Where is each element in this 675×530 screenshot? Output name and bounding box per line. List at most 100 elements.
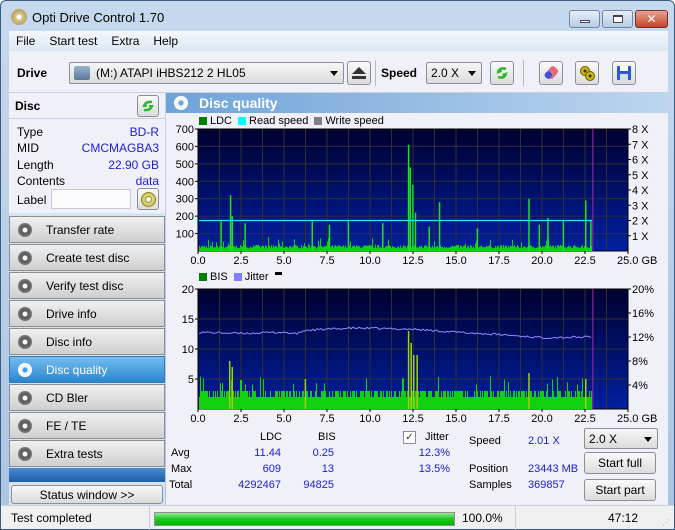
disc-refresh-button[interactable] [137, 95, 159, 117]
bar [440, 397, 441, 409]
nav-fe-te[interactable]: FE / TE [9, 412, 165, 439]
bar [406, 248, 407, 251]
y2-tick-label: 7 X [632, 139, 649, 151]
bar [546, 240, 547, 251]
minimize-button[interactable] [569, 10, 600, 28]
bar [508, 245, 509, 251]
refresh-button[interactable] [490, 61, 514, 85]
disc-contents-label: Contents [17, 174, 66, 188]
samples-value: 369857 [528, 479, 565, 491]
bar [389, 245, 390, 251]
bar [258, 245, 259, 251]
bar [449, 247, 450, 251]
bar [238, 248, 239, 251]
bar [286, 391, 287, 409]
bar [261, 397, 262, 409]
bar [250, 246, 251, 251]
settings-button[interactable] [575, 61, 599, 85]
bar [292, 246, 293, 251]
bar [466, 248, 467, 251]
resize-grip-icon[interactable]: ⋰ [662, 518, 670, 527]
bar [515, 247, 516, 251]
disc-label-input[interactable] [51, 189, 131, 209]
nav-label: CD Bler [46, 390, 89, 405]
max-label: Max [171, 463, 192, 475]
bar [505, 245, 506, 251]
menu-start-test[interactable]: Start test [42, 31, 104, 51]
close-button[interactable]: ✕ [635, 10, 668, 28]
bar [266, 397, 267, 409]
bar [493, 391, 494, 409]
peak-bar [416, 355, 418, 409]
bar [332, 391, 333, 409]
maximize-button[interactable] [602, 10, 633, 28]
drive-select[interactable]: (M:) ATAPI iHBS212 2 HL05 [69, 62, 344, 84]
menu-file[interactable]: File [9, 31, 42, 51]
bar [492, 248, 493, 251]
peak-bar [228, 361, 231, 409]
bar [268, 237, 269, 251]
left-panel: Disc Type BD-R MID CMCMAGBA3 Length 22.90 G… [9, 93, 165, 505]
bar [286, 246, 287, 251]
bar [385, 246, 386, 251]
nav-verify-test-disc[interactable]: Verify test disc [9, 272, 165, 299]
close-icon: ✕ [646, 12, 657, 26]
bar [449, 397, 450, 409]
bar [391, 391, 392, 409]
erase-button[interactable] [539, 61, 563, 85]
nav-disc-info[interactable]: Disc info [9, 328, 165, 355]
start-part-button[interactable]: Start part [584, 479, 656, 501]
bar [311, 391, 312, 409]
bar [384, 248, 385, 251]
bar [543, 391, 544, 409]
bar [425, 391, 426, 409]
bar [511, 246, 512, 251]
bar [443, 247, 444, 251]
bar [366, 378, 367, 409]
status-window-button[interactable]: Status window >> [11, 485, 163, 504]
bar [362, 391, 363, 409]
start-full-button[interactable]: Start full [584, 452, 656, 474]
bar [313, 246, 314, 251]
bar [486, 391, 487, 409]
bar [527, 397, 528, 409]
nav-label: Disc info [46, 334, 93, 349]
bar [400, 245, 401, 251]
drive-icon [74, 66, 90, 80]
nav-create-test-disc[interactable]: Create test disc [9, 244, 165, 271]
bar [515, 397, 516, 409]
disc-icon [140, 191, 156, 207]
speed-select[interactable]: 2.0 X [426, 62, 482, 84]
nav-disc-quality[interactable]: Disc quality [9, 356, 165, 383]
bar [240, 244, 241, 251]
bar [551, 397, 552, 409]
bar [225, 397, 226, 409]
nav-cd-bler[interactable]: CD Bler [9, 384, 165, 411]
save-button[interactable] [612, 61, 636, 85]
peak-bar [304, 379, 307, 409]
nav-transfer-rate[interactable]: Transfer rate [9, 216, 165, 243]
test-speed-select[interactable]: 2.0 X [584, 428, 658, 449]
bar [204, 246, 205, 251]
bar [471, 397, 472, 409]
menu-extra[interactable]: Extra [104, 31, 146, 51]
nav-label: Create test disc [46, 250, 130, 265]
bar [393, 246, 394, 251]
bar [468, 397, 469, 409]
bar [341, 247, 342, 251]
status-bar: Test completed 100.0% 47:12 ⋰ [1, 505, 674, 530]
maximize-icon [612, 15, 623, 23]
nav-extra-tests[interactable]: Extra tests [9, 440, 165, 467]
bar [472, 397, 473, 409]
minimize-icon [579, 20, 590, 23]
bar [462, 391, 463, 409]
bar [548, 397, 549, 409]
disc-label-button[interactable] [137, 188, 159, 210]
nav-drive-info[interactable]: Drive info [9, 300, 165, 327]
bar [476, 384, 477, 409]
eject-button[interactable] [347, 61, 371, 85]
menu-bar: File Start test Extra Help [9, 31, 668, 51]
progress-fill [155, 513, 454, 525]
jitter-checkbox[interactable]: ✓ [403, 431, 416, 444]
menu-help[interactable]: Help [146, 31, 185, 51]
